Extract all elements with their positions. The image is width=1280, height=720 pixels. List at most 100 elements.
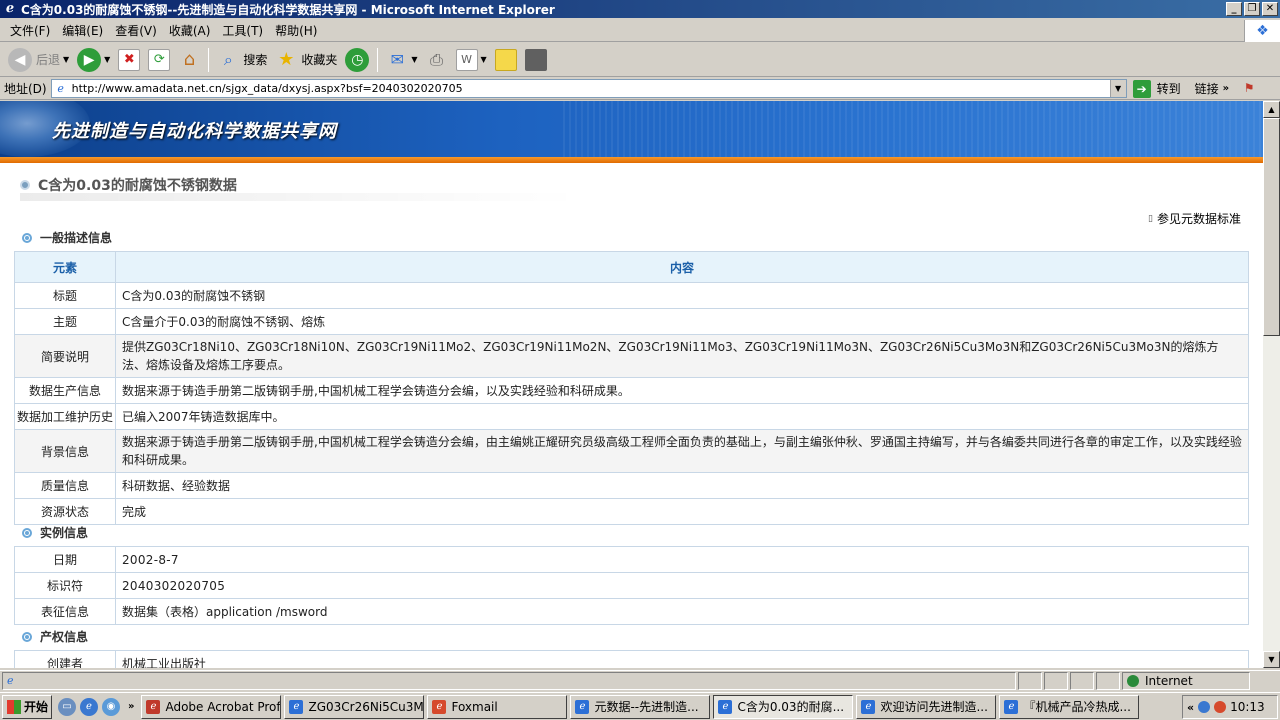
star-icon: ★ <box>278 49 295 70</box>
row-value: 数据来源于铸造手册第二版铸钢手册,中国机械工程学会铸造分会编，由主编姚正耀研究员… <box>115 429 1249 473</box>
go-label: 转到 <box>1156 82 1181 96</box>
note-icon <box>494 48 517 71</box>
print-button[interactable]: ⎙ <box>422 46 452 74</box>
menu-file[interactable]: 文件(F) <box>4 21 56 41</box>
task-label: ZG03Cr26Ni5Cu3Mo... <box>308 699 424 714</box>
go-arrow-icon: ➔ <box>1132 79 1151 98</box>
ie-launch-icon[interactable]: ℯ <box>80 697 98 716</box>
printer-icon: ⎙ <box>430 49 443 69</box>
instance-info-table: 日期 2002-8-7 标识符 2040302020705 表征信息 数据集（表… <box>14 546 1249 625</box>
forward-button[interactable]: ▶ ▼ <box>73 46 114 74</box>
quick-launch-more[interactable]: » <box>128 701 134 712</box>
search-button[interactable]: ⌕ 搜索 <box>213 46 271 74</box>
messenger-button[interactable] <box>521 46 551 74</box>
row-value: C含为0.03的耐腐蚀不锈钢 <box>115 282 1249 309</box>
foxmail-tray-icon[interactable] <box>1214 701 1227 713</box>
heading-underline <box>20 193 580 201</box>
row-key: 创建者 <box>14 650 116 668</box>
metadata-standard-label: 参见元数据标准 <box>1156 212 1241 226</box>
links-button[interactable]: 链接 » <box>1195 80 1229 97</box>
section-general-label: 一般描述信息 <box>40 231 113 245</box>
toolbar-separator <box>377 47 379 72</box>
task-label: 元数据--先进制造... <box>594 700 699 714</box>
menu-help[interactable]: 帮助(H) <box>269 21 323 41</box>
status-cell <box>1018 671 1042 690</box>
go-button[interactable]: ➔ 转到 <box>1132 79 1181 98</box>
tray-expand-icon[interactable]: « <box>1187 701 1194 714</box>
scroll-thumb[interactable] <box>1263 118 1280 336</box>
note-button[interactable] <box>491 46 521 74</box>
row-value: 2040302020705 <box>115 572 1249 599</box>
row-value: C含量介于0.03的耐腐蚀不锈钢、熔炼 <box>115 308 1249 335</box>
mail-button[interactable]: ✉ ▼ <box>382 46 421 74</box>
mail-dropdown-icon[interactable]: ▼ <box>411 55 417 64</box>
menu-favorites[interactable]: 收藏(A) <box>163 21 217 41</box>
status-cell <box>1070 671 1094 690</box>
address-dropdown-icon[interactable]: ▼ <box>1109 80 1126 97</box>
row-key: 质量信息 <box>14 472 116 499</box>
page-title-text: C含为0.03的耐腐蚀不锈钢数据 <box>38 178 237 194</box>
taskbar-task[interactable]: ℯ 元数据--先进制造... <box>570 694 711 719</box>
clock: 10:13 <box>1230 700 1265 714</box>
scroll-down-icon[interactable]: ▼ <box>1263 651 1280 668</box>
history-icon: ◷ <box>345 47 370 72</box>
link-icon: ▯ <box>1148 213 1153 224</box>
row-key: 表征信息 <box>14 598 116 625</box>
row-key: 简要说明 <box>14 334 116 378</box>
menu-tools[interactable]: 工具(T) <box>216 21 269 41</box>
toolbar-separator <box>208 47 210 72</box>
network-icon[interactable] <box>1198 701 1211 713</box>
section-ring-icon <box>22 232 32 243</box>
history-button[interactable]: ◷ <box>341 46 373 74</box>
status-cell <box>1044 671 1068 690</box>
close-button[interactable]: ✕ <box>1262 2 1278 16</box>
task-app-icon: ℯ <box>432 699 447 714</box>
table-row: 资源状态 完成 <box>14 498 1249 525</box>
translate-icon[interactable]: ⚑ <box>1241 81 1257 97</box>
restore-button[interactable]: ❐ <box>1244 2 1260 16</box>
vertical-scrollbar[interactable]: ▲ ▼ <box>1263 101 1280 668</box>
edit-button[interactable]: W ▼ <box>452 46 491 74</box>
table-row: 质量信息 科研数据、经验数据 <box>14 472 1249 499</box>
section-general: 一般描述信息 <box>22 229 112 246</box>
section-rights-label: 产权信息 <box>40 630 89 644</box>
refresh-button[interactable]: ⟳ <box>144 46 174 74</box>
taskbar-task[interactable]: ℯ Foxmail <box>427 694 568 719</box>
address-input[interactable] <box>71 82 1102 95</box>
media-launch-icon[interactable]: ◉ <box>102 697 120 716</box>
table-row: 创建者 机械工业出版社 <box>14 650 1249 668</box>
taskbar-task[interactable]: ℯ Adobe Acrobat Prof... <box>141 694 282 719</box>
task-app-icon: ℯ <box>861 699 876 714</box>
stop-button[interactable]: ✖ <box>114 46 144 74</box>
favorites-button[interactable]: ★ 收藏夹 <box>271 46 341 74</box>
column-header-content: 内容 <box>115 251 1249 283</box>
task-label: 『机械产品冷热成... <box>1023 700 1131 714</box>
forward-dropdown-icon[interactable]: ▼ <box>104 55 110 64</box>
row-key: 数据加工维护历史 <box>14 403 116 430</box>
row-key: 日期 <box>14 546 116 573</box>
address-field[interactable]: ℯ ▼ <box>50 79 1127 98</box>
metadata-standard-link[interactable]: ▯ 参见元数据标准 <box>1148 210 1241 227</box>
show-desktop-icon[interactable]: ▭ <box>58 697 76 716</box>
task-label: 欢迎访问先进制造... <box>880 700 988 714</box>
table-row: 表征信息 数据集（表格）application /msword <box>14 598 1249 625</box>
taskbar-task[interactable]: ℯ C含为0.03的耐腐... <box>713 694 854 719</box>
start-button[interactable]: 开始 <box>2 694 52 719</box>
row-key: 数据生产信息 <box>14 377 116 404</box>
security-zone: Internet <box>1122 671 1250 690</box>
back-dropdown-icon[interactable]: ▼ <box>63 55 69 64</box>
messenger-icon <box>524 48 547 71</box>
back-button[interactable]: ◀ 后退 ▼ <box>4 46 73 74</box>
home-button[interactable]: ⌂ <box>174 46 204 74</box>
row-value: 完成 <box>115 498 1249 525</box>
menu-view[interactable]: 查看(V) <box>109 21 163 41</box>
taskbar-task[interactable]: ℯ 『机械产品冷热成... <box>999 694 1140 719</box>
edit-dropdown-icon[interactable]: ▼ <box>481 55 487 64</box>
table-row: 背景信息 数据来源于铸造手册第二版铸钢手册,中国机械工程学会铸造分会编，由主编姚… <box>14 429 1249 473</box>
scroll-up-icon[interactable]: ▲ <box>1263 101 1280 118</box>
minimize-button[interactable]: _ <box>1226 2 1242 16</box>
row-key: 主题 <box>14 308 116 335</box>
taskbar-task[interactable]: ℯ ZG03Cr26Ni5Cu3Mo... <box>284 694 425 719</box>
taskbar-task[interactable]: ℯ 欢迎访问先进制造... <box>856 694 997 719</box>
menu-edit[interactable]: 编辑(E) <box>56 21 109 41</box>
